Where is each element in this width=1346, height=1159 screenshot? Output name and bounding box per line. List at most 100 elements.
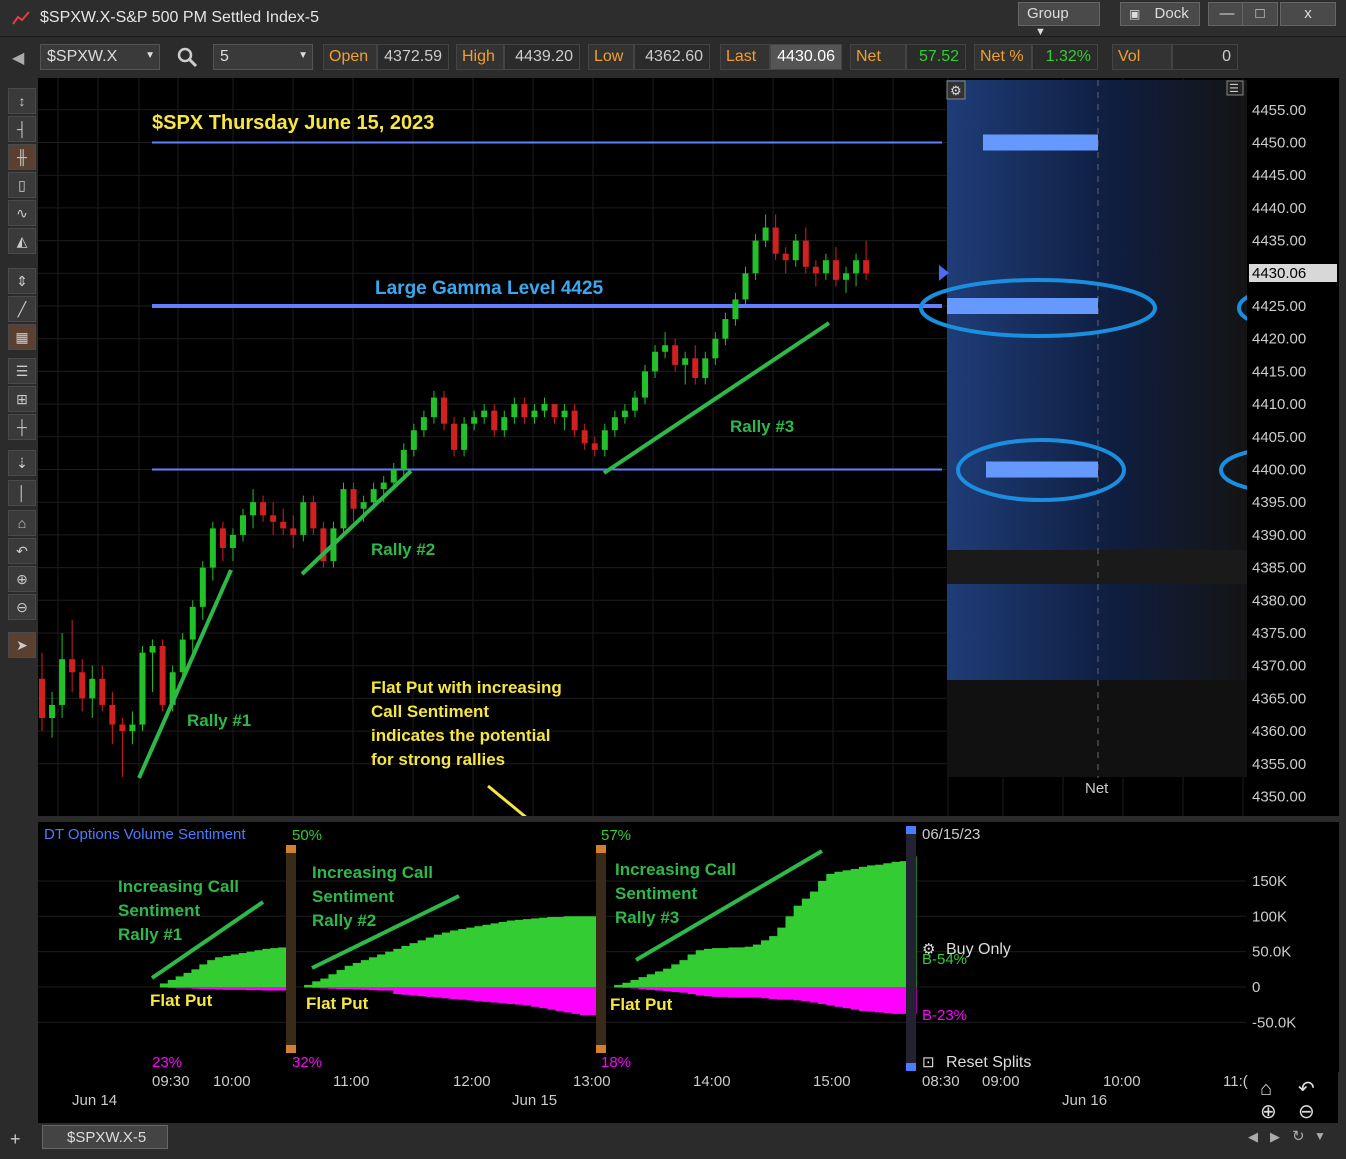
group-button[interactable]: Group ▼ (1018, 2, 1100, 38)
reset-icon[interactable]: ⊡ (922, 1054, 935, 1071)
scroll-right-icon[interactable]: ▶ (1270, 1129, 1280, 1145)
line-icon[interactable]: │ (8, 480, 36, 506)
crosshair-icon[interactable]: ┼ (8, 414, 36, 440)
sentiment-date: 06/15/23 (922, 826, 980, 843)
profile-net-label: Net (1085, 780, 1109, 797)
grid-icon[interactable]: ▦ (8, 324, 36, 350)
call-bar (883, 863, 893, 987)
put-bar (728, 987, 738, 998)
price-tick-label: 4415.00 (1252, 363, 1306, 380)
interval-input[interactable]: 5 ▼ (213, 44, 313, 70)
call-bar (785, 916, 795, 987)
call-bar (712, 948, 721, 987)
call-bar (304, 984, 313, 987)
panel-divider[interactable] (38, 816, 1338, 822)
add-tab-icon[interactable]: + (10, 1129, 21, 1150)
call-bar (630, 979, 640, 987)
zoom-in-icon[interactable]: ⊕ (8, 566, 36, 592)
candle-body (441, 397, 447, 424)
flat-put-2: Flat Put (306, 994, 369, 1013)
call-bar (262, 948, 271, 987)
table-icon[interactable]: ⊞ (8, 386, 36, 412)
area-chart-icon[interactable]: ◭ (8, 228, 36, 254)
call-bar (278, 947, 287, 987)
call-bar (254, 950, 263, 987)
put-bar (826, 987, 836, 1006)
time-axis[interactable]: 09:30 10:00 11:00 12:00 13:00 14:00 15:00 08:30… (38, 1072, 1338, 1123)
call-bar (891, 861, 901, 987)
call-bar (777, 927, 787, 987)
call-bar (793, 905, 803, 987)
refresh-icon[interactable]: ↻ (1292, 1127, 1305, 1145)
download-icon[interactable]: ⇣ (8, 450, 36, 476)
studies-icon[interactable]: ☰ (8, 358, 36, 384)
maximize-button[interactable]: □ (1242, 2, 1278, 26)
scroll-left-icon[interactable]: ◀ (1248, 1129, 1258, 1145)
note-line-4: for strong rallies (371, 750, 505, 769)
put-bar (850, 987, 860, 1010)
candle-body (260, 502, 267, 516)
reset-splits-button[interactable]: Reset Splits (946, 1054, 1031, 1071)
candle-body (360, 502, 367, 509)
candle-body (672, 345, 679, 365)
tab-menu-icon[interactable]: ▼ (1314, 1129, 1326, 1143)
undo-icon[interactable]: ↶ (8, 538, 36, 564)
candle-body (179, 639, 186, 673)
collapse-left-icon[interactable]: ◀ (12, 48, 24, 68)
fit-vertical-icon[interactable]: ⇕ (8, 268, 36, 294)
put-bar (262, 987, 271, 991)
inc3-line3: Rally #3 (615, 908, 679, 927)
chart-tab[interactable]: $SPXW.X-5 (42, 1125, 168, 1149)
trend-line-icon[interactable]: ╱ (8, 296, 36, 322)
bar-style-icon[interactable]: ┤ (8, 116, 36, 142)
candle-body (722, 319, 729, 339)
undo-icon[interactable]: ↶ (1298, 1078, 1315, 1100)
close-button[interactable]: x (1280, 2, 1336, 26)
candlestick-icon[interactable]: ╫ (8, 144, 36, 170)
price-tick-label: 4420.00 (1252, 331, 1306, 348)
candle-body (843, 273, 849, 280)
candle-body (762, 227, 769, 241)
candle-body (642, 371, 648, 398)
candle-body (621, 410, 628, 418)
cursor-crosshair-icon[interactable]: ↕ (8, 88, 36, 114)
dock-button[interactable]: ▣ Dock (1120, 2, 1200, 26)
zoom-out-icon[interactable]: ⊖ (1298, 1101, 1315, 1123)
candle-body (531, 410, 538, 418)
inc1-line1: Increasing Call (118, 877, 239, 896)
search-icon[interactable] (176, 46, 198, 68)
candle-body (370, 489, 377, 503)
put-bar (671, 987, 681, 992)
call-bar (175, 976, 185, 987)
hollow-candle-icon[interactable]: ▯ (8, 172, 36, 198)
time-tick-label: 15:00 (813, 1073, 851, 1090)
put-bar (482, 987, 492, 1002)
put-bar (336, 987, 346, 990)
call-bar (614, 984, 623, 987)
home-icon[interactable]: ⌂ (1260, 1078, 1272, 1100)
window-title: $SPXW.X-S&P 500 PM Settled Index-5 (40, 9, 319, 26)
call-bar (850, 868, 860, 987)
candle-body (139, 652, 146, 725)
minimize-button[interactable]: — (1208, 2, 1246, 26)
put-bar (563, 987, 573, 1013)
call-bar (587, 916, 597, 987)
candle-body (109, 704, 116, 725)
pointer-icon[interactable]: ➤ (8, 632, 36, 658)
symbol-input[interactable]: $SPXW.X ▼ (40, 44, 160, 70)
call-bar (671, 964, 681, 987)
chart-area[interactable]: Net ⚙ ☰ $SPX Thursday June 15, 2023 Larg… (38, 78, 1346, 1123)
zoom-in-icon[interactable]: ⊕ (1260, 1101, 1277, 1123)
session-divider-cap (596, 1045, 606, 1053)
zoom-out-icon[interactable]: ⊖ (8, 594, 36, 620)
call-bar (159, 983, 169, 987)
home-icon[interactable]: ⌂ (8, 510, 36, 536)
put-bar (638, 987, 648, 990)
price-axis[interactable]: 4455.00 4450.00 4445.00 4440.00 4435.00 4430.… (1247, 78, 1339, 816)
session-divider-cap (596, 845, 606, 853)
line-chart-icon[interactable]: ∿ (8, 200, 36, 226)
dock-icon: ▣ (1129, 7, 1141, 21)
candle-body (832, 260, 839, 280)
close-icon: x (1304, 5, 1312, 22)
put-bar (867, 987, 876, 1012)
